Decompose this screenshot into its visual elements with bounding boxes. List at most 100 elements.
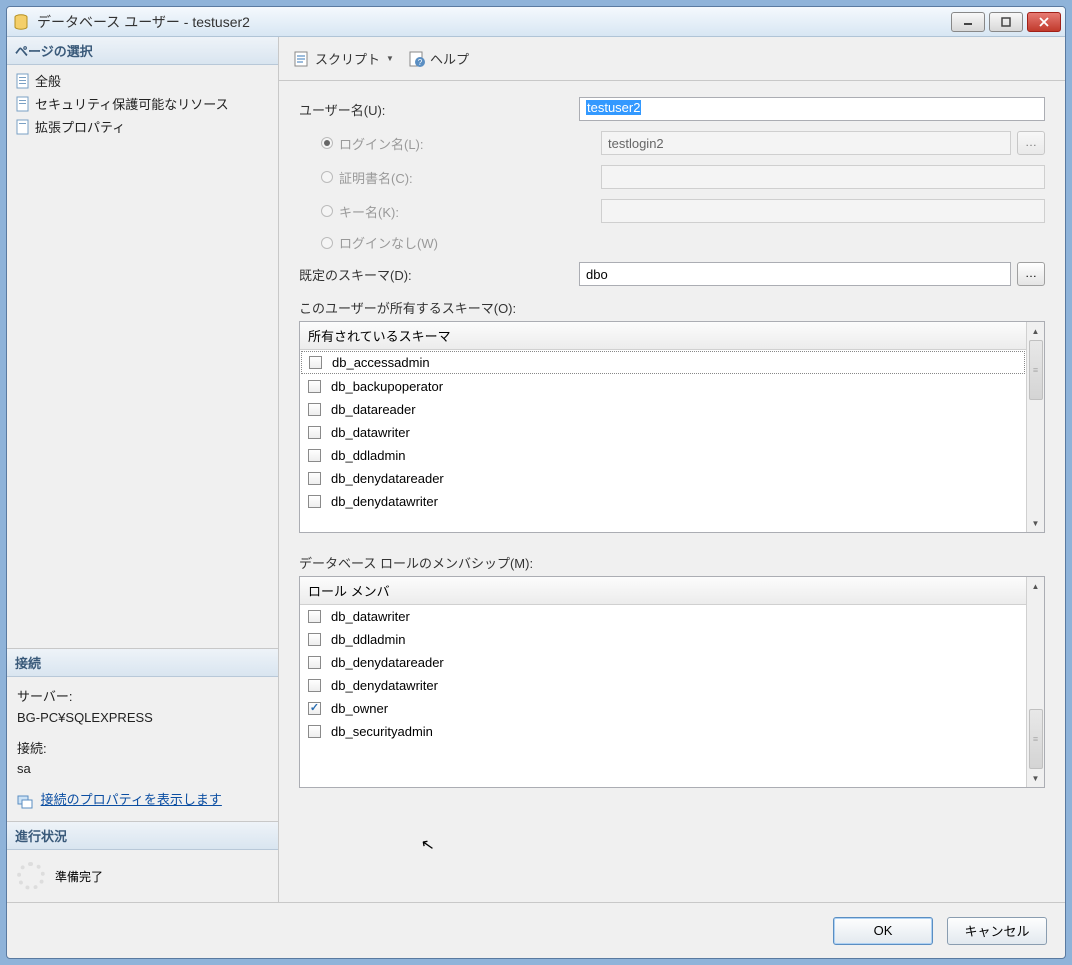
script-button[interactable]: スクリプト ▼ <box>289 47 398 70</box>
toolbar: スクリプト ▼ ? ヘルプ <box>279 37 1065 81</box>
page-label: セキュリティ保護可能なリソース <box>35 94 229 113</box>
list-item[interactable]: db_securityadmin <box>300 720 1026 743</box>
list-item-label: db_denydatawriter <box>331 494 438 509</box>
dialog-window: データベース ユーザー - testuser2 ページの選択 全般 <box>6 6 1066 959</box>
owned-schemas-label: このユーザーが所有するスキーマ(O): <box>299 298 1045 317</box>
checkbox[interactable] <box>308 679 321 692</box>
close-button[interactable] <box>1027 12 1061 32</box>
list-item-label: db_owner <box>331 701 388 716</box>
list-item-label: db_ddladmin <box>331 448 405 463</box>
page-label: 全般 <box>35 71 61 90</box>
schema-input[interactable] <box>579 262 1011 286</box>
list-item[interactable]: db_ddladmin <box>300 444 1026 467</box>
checkbox[interactable] <box>308 702 321 715</box>
schema-browse-button[interactable]: … <box>1017 262 1045 286</box>
key-radio-label: キー名(K): <box>321 202 601 221</box>
nologin-radio-label: ログインなし(W) <box>321 233 601 252</box>
checkbox[interactable] <box>308 380 321 393</box>
list-item-label: db_securityadmin <box>331 724 433 739</box>
checkbox[interactable] <box>309 356 322 369</box>
list-item-label: db_datareader <box>331 402 416 417</box>
owned-scrollbar[interactable]: ▲ ▼ <box>1026 322 1044 532</box>
roles-scrollbar[interactable]: ▲ ▼ <box>1026 577 1044 787</box>
right-panel: スクリプト ▼ ? ヘルプ ユーザー名(U): testuser2 ログイン名(… <box>279 37 1065 902</box>
cancel-button[interactable]: キャンセル <box>947 917 1047 945</box>
list-item[interactable]: db_accessadmin <box>301 351 1025 374</box>
ok-button[interactable]: OK <box>833 917 933 945</box>
help-label: ヘルプ <box>430 49 469 68</box>
list-item-label: db_denydatareader <box>331 471 444 486</box>
page-item-general[interactable]: 全般 <box>13 69 272 92</box>
list-item[interactable]: db_denydatareader <box>300 467 1026 490</box>
scroll-down-icon[interactable]: ▼ <box>1029 771 1043 785</box>
dropdown-caret-icon[interactable]: ▼ <box>386 54 394 63</box>
scroll-up-icon[interactable]: ▲ <box>1029 579 1043 593</box>
cert-radio <box>321 171 333 183</box>
dialog-button-bar: OK キャンセル <box>7 902 1065 958</box>
window-title: データベース ユーザー - testuser2 <box>37 12 951 32</box>
connection-header: 接続 <box>7 649 278 677</box>
schema-label: 既定のスキーマ(D): <box>299 265 579 284</box>
list-item[interactable]: db_datareader <box>300 398 1026 421</box>
login-browse-button: … <box>1017 131 1045 155</box>
maximize-button[interactable] <box>989 12 1023 32</box>
progress-spinner-icon <box>17 862 45 890</box>
checkbox[interactable] <box>308 656 321 669</box>
login-radio-label: ログイン名(L): <box>321 134 601 153</box>
left-panel: ページの選択 全般 セキュリティ保護可能なリソース 拡張プロパティ 接続 <box>7 37 279 902</box>
titlebar: データベース ユーザー - testuser2 <box>7 7 1065 37</box>
checkbox[interactable] <box>308 725 321 738</box>
owned-schemas-listbox[interactable]: 所有されているスキーマ db_accessadmin db_backupopera… <box>299 321 1045 533</box>
roles-listbox[interactable]: ロール メンバ db_datawriterdb_ddladmindb_denyd… <box>299 576 1045 788</box>
login-input <box>601 131 1011 155</box>
checkbox[interactable] <box>308 426 321 439</box>
owned-schemas-header: 所有されているスキーマ <box>300 322 1026 350</box>
scroll-up-icon[interactable]: ▲ <box>1029 324 1043 338</box>
list-item-label: db_denydatawriter <box>331 678 438 693</box>
username-input[interactable]: testuser2 <box>579 97 1045 121</box>
page-item-securables[interactable]: セキュリティ保護可能なリソース <box>13 92 272 115</box>
progress-header: 進行状況 <box>7 822 278 850</box>
cert-radio-label: 証明書名(C): <box>321 168 601 187</box>
list-item-label: db_datawriter <box>331 425 410 440</box>
minimize-button[interactable] <box>951 12 985 32</box>
list-item-label: db_ddladmin <box>331 632 405 647</box>
database-icon <box>11 12 31 32</box>
key-input <box>601 199 1045 223</box>
list-item[interactable]: db_ddladmin <box>300 628 1026 651</box>
page-label: 拡張プロパティ <box>35 117 125 136</box>
scroll-thumb[interactable] <box>1029 340 1043 400</box>
script-label: スクリプト <box>315 49 380 68</box>
help-button[interactable]: ? ヘルプ <box>404 47 473 70</box>
server-label: サーバー: <box>17 687 268 708</box>
server-value: BG-PC¥SQLEXPRESS <box>17 708 268 729</box>
list-item[interactable]: db_denydatawriter <box>300 674 1026 697</box>
checkbox[interactable] <box>308 633 321 646</box>
checkbox[interactable] <box>308 472 321 485</box>
checkbox[interactable] <box>308 610 321 623</box>
list-item[interactable]: db_backupoperator <box>300 375 1026 398</box>
list-item-label: db_backupoperator <box>331 379 443 394</box>
scroll-down-icon[interactable]: ▼ <box>1029 516 1043 530</box>
scroll-thumb[interactable] <box>1029 709 1043 769</box>
progress-status: 準備完了 <box>55 868 103 885</box>
list-item[interactable]: db_denydatareader <box>300 651 1026 674</box>
username-value: testuser2 <box>586 100 641 115</box>
connection-properties-link[interactable]: 接続のプロパティを表示します <box>41 792 222 807</box>
connection-properties-icon <box>17 793 33 809</box>
checkbox[interactable] <box>308 449 321 462</box>
list-item[interactable]: db_denydatawriter <box>300 490 1026 513</box>
checkbox[interactable] <box>308 495 321 508</box>
svg-text:?: ? <box>418 58 423 67</box>
list-item[interactable]: db_datawriter <box>300 605 1026 628</box>
list-item-label: db_denydatareader <box>331 655 444 670</box>
page-item-extended[interactable]: 拡張プロパティ <box>13 115 272 138</box>
cert-input <box>601 165 1045 189</box>
checkbox[interactable] <box>308 403 321 416</box>
list-item[interactable]: db_datawriter <box>300 421 1026 444</box>
page-list: 全般 セキュリティ保護可能なリソース 拡張プロパティ <box>7 65 278 142</box>
list-item-label: db_datawriter <box>331 609 410 624</box>
key-radio <box>321 205 333 217</box>
list-item[interactable]: db_owner <box>300 697 1026 720</box>
list-item-label: db_accessadmin <box>332 355 430 370</box>
